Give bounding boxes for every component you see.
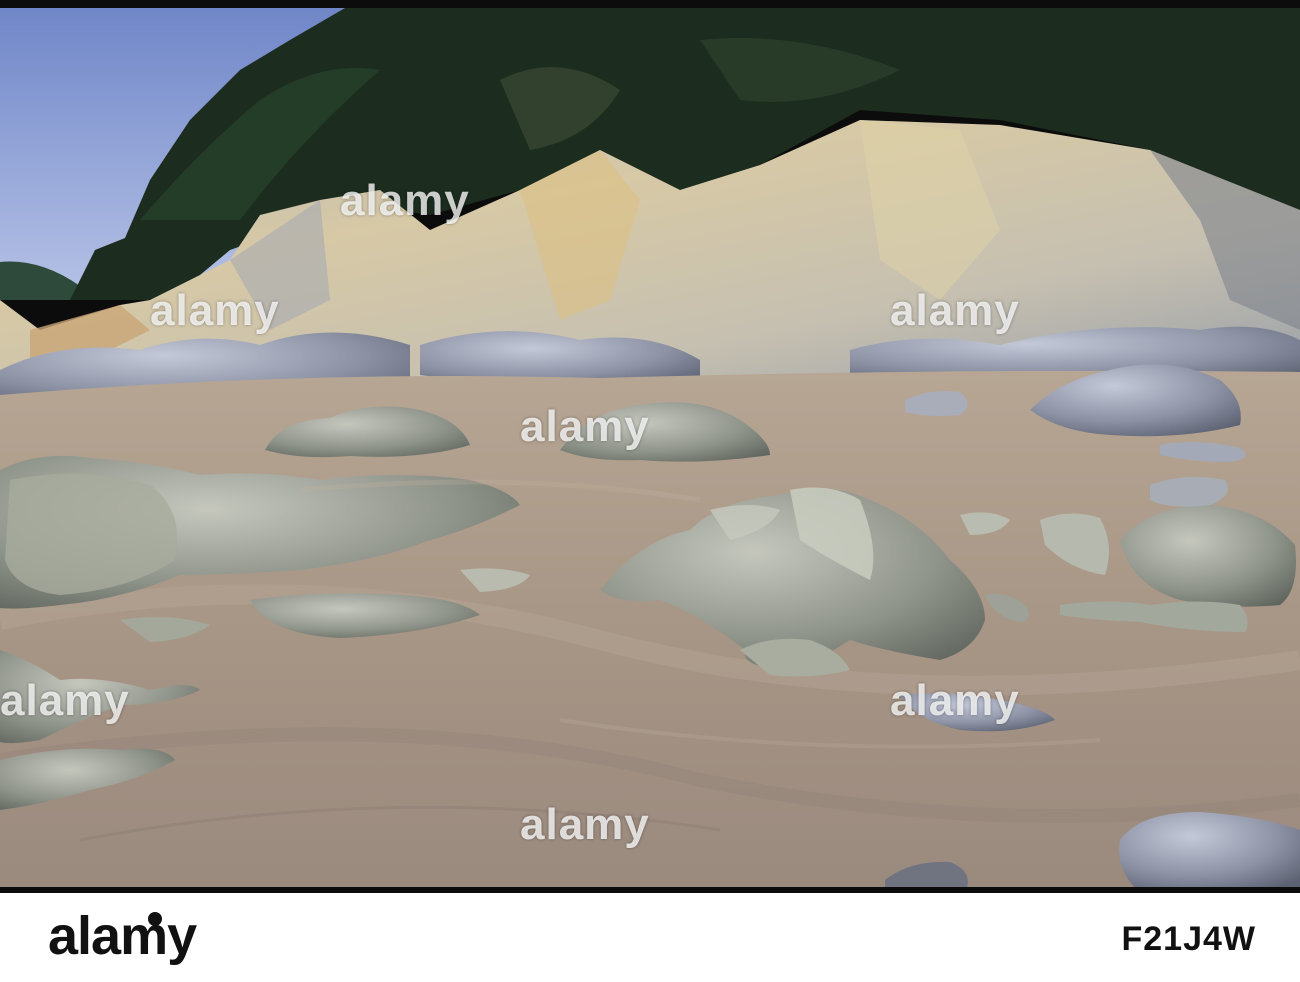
logo-dot-icon	[148, 912, 162, 926]
image-id-label: F21J4W	[1121, 920, 1256, 958]
foreground-boulder	[1119, 812, 1300, 893]
beach-photo	[0, 0, 1300, 893]
stock-photo-frame: alamy alamy alamy alamy alamy alamy alam…	[0, 0, 1300, 982]
brand-logo[interactable]: alamy	[48, 905, 197, 967]
